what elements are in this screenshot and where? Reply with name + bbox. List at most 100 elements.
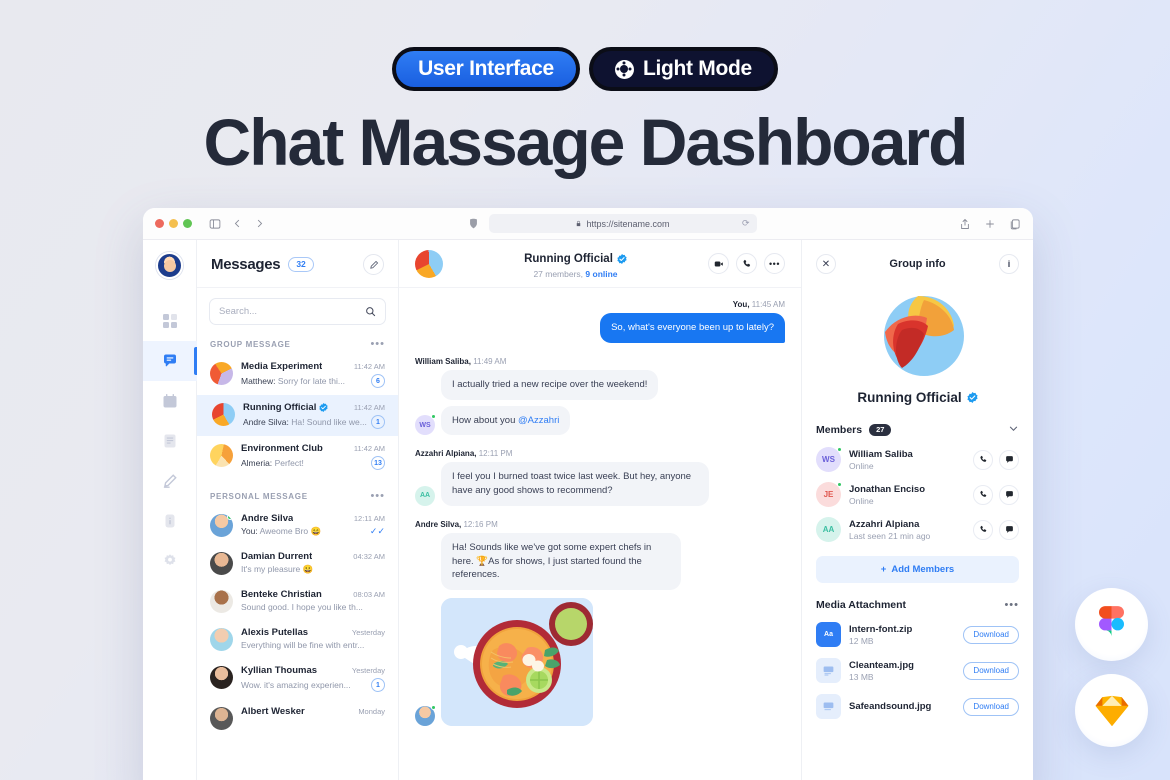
rail-item-info[interactable] (143, 501, 197, 541)
url-text: https://sitename.com (586, 218, 670, 229)
chevron-down-icon[interactable] (1008, 423, 1019, 437)
search-icon (366, 307, 376, 317)
member-status: Online (849, 460, 874, 471)
url-bar[interactable]: https://sitename.com ⟳ (488, 214, 757, 233)
message-author: William Saliba, (415, 356, 471, 366)
traffic-lights[interactable] (155, 219, 192, 228)
document-icon (164, 434, 175, 448)
conversation-item-benteke-christian[interactable]: Benteke Christian 08:03 AM Sound good. I… (197, 582, 398, 620)
message-incoming: WS How about you @Azzahri (415, 405, 785, 436)
avatar-initials: JE (823, 490, 834, 499)
member-row-azzahri-alpiana[interactable]: AA Azzahri Alpiana Last seen 21 min ago (816, 517, 1019, 542)
file-name: Safeandsound.jpg (849, 701, 932, 712)
message-outgoing: You, 11:45 AM So, what's everyone been u… (415, 300, 785, 343)
sketch-icon (1095, 695, 1128, 726)
share-icon[interactable] (959, 218, 971, 230)
file-row-intern-font[interactable]: Aa Intern-font.zip 12 MB Download (816, 622, 1019, 647)
member-row-william-saliba[interactable]: WS William Saliba Online (816, 447, 1019, 472)
rail-item-documents[interactable] (143, 421, 197, 461)
reload-icon[interactable]: ⟳ (742, 218, 750, 229)
message-thread[interactable]: You, 11:45 AM So, what's everyone been u… (399, 288, 801, 780)
message-bubble: I feel you I burned toast twice last wee… (441, 462, 709, 506)
mention-link[interactable]: @Azzahri (518, 415, 559, 426)
member-row-jonathan-enciso[interactable]: JE Jonathan Enciso Online (816, 482, 1019, 507)
conversation-item-kyllian-thoumas[interactable]: Kyllian Thoumas Yesterday Wow. it's amaz… (197, 658, 398, 699)
member-message-button[interactable] (999, 449, 1019, 470)
message-meta: Azzahri Alpiana, 12:11 PM (415, 449, 785, 458)
verified-badge-icon (319, 403, 329, 412)
maximize-window-icon[interactable] (183, 219, 192, 228)
message-incoming: I actually tried a new recipe over the w… (441, 369, 785, 400)
media-more-icon[interactable]: ••• (1004, 599, 1019, 611)
download-button[interactable]: Download (963, 661, 1019, 680)
chat-more-button[interactable]: ••• (764, 253, 785, 274)
rail-item-dashboard[interactable] (143, 301, 197, 341)
shield-icon[interactable] (468, 217, 479, 230)
member-call-button[interactable] (973, 519, 993, 540)
chat-group-avatar[interactable] (415, 249, 443, 278)
tabs-icon[interactable] (1009, 218, 1021, 230)
rail-item-settings[interactable] (143, 541, 197, 581)
info-header: ✕ Group info i (802, 240, 1033, 282)
verified-badge-icon (967, 392, 978, 403)
user-avatar[interactable] (156, 252, 183, 279)
video-call-button[interactable] (708, 253, 729, 274)
search-input[interactable] (219, 306, 365, 317)
chevron-right-icon[interactable] (254, 218, 265, 229)
sidebar-toggle-icon[interactable] (209, 218, 221, 230)
conversation-item-alexis-putellas[interactable]: Alexis Putellas Yesterday Everything wil… (197, 620, 398, 658)
conversation-time: 08:03 AM (353, 590, 385, 599)
member-call-button[interactable] (973, 484, 993, 505)
search-box[interactable] (209, 298, 386, 325)
conversation-item-andre-silva[interactable]: Andre Silva 12:11 AM You: Aweome Bro 😄 ✓… (197, 506, 398, 544)
add-members-button[interactable]: + Add Members (816, 556, 1019, 583)
conversation-item-albert-wesker[interactable]: Albert Wesker Monday (197, 699, 398, 737)
pencil-icon (163, 474, 177, 488)
avatar-initials: AA (419, 492, 431, 500)
info-scroll-area[interactable]: Running Official Members 27 WS William S… (802, 282, 1033, 780)
plus-icon[interactable] (984, 218, 996, 230)
badge-user-interface[interactable]: User Interface (392, 47, 580, 91)
group-section-label: GROUP MESSAGE (210, 340, 291, 349)
personal-section-header: PERSONAL MESSAGE ••• (197, 483, 398, 506)
download-button[interactable]: Download (963, 697, 1019, 716)
file-row-safeandsound[interactable]: Safeandsound.jpg Download (816, 694, 1019, 719)
chat-header: Running Official 27 members, 9 online ••… (399, 240, 801, 288)
calendar-icon (163, 394, 176, 408)
figma-logo[interactable] (1075, 588, 1148, 661)
file-row-cleanteam[interactable]: Cleanteam.jpg 13 MB Download (816, 658, 1019, 683)
member-message-button[interactable] (999, 484, 1019, 505)
rail-item-calendar[interactable] (143, 381, 197, 421)
media-attachment-header: Media Attachment ••• (816, 599, 1019, 611)
rail-item-compose[interactable] (143, 461, 197, 501)
badge-light-mode[interactable]: Light Mode (588, 47, 778, 91)
info-icon[interactable]: i (999, 254, 1019, 274)
members-header: Members 27 (816, 423, 1019, 437)
list-title: Messages (211, 256, 281, 273)
list-scroll-area[interactable]: GROUP MESSAGE ••• Media Experiment 11:42… (197, 331, 398, 780)
conversation-time: Yesterday (351, 666, 385, 675)
sketch-logo[interactable] (1075, 674, 1148, 747)
message-bubble: Ha! Sounds like we've got some expert ch… (441, 532, 681, 591)
close-window-icon[interactable] (155, 219, 164, 228)
conversation-item-running-official[interactable]: Running Official 11:42 AM Andre Silva: H… (197, 395, 398, 436)
personal-section-more-icon[interactable]: ••• (370, 491, 385, 502)
conversation-item-environment-club[interactable]: Environment Club 11:42 AM Almeria: Perfe… (197, 436, 398, 477)
download-button[interactable]: Download (963, 625, 1019, 644)
close-icon[interactable]: ✕ (816, 254, 836, 274)
message-time: 12:16 PM (463, 519, 498, 529)
compose-button[interactable] (363, 254, 384, 275)
member-call-button[interactable] (973, 449, 993, 470)
minimize-window-icon[interactable] (169, 219, 178, 228)
voice-call-button[interactable] (736, 253, 757, 274)
conversation-item-media-experiment[interactable]: Media Experiment 11:42 AM Matthew: Sorry… (197, 354, 398, 395)
unread-badge: 1 (371, 678, 385, 692)
video-camera-icon (714, 261, 723, 266)
conversation-preview: Andre Silva: Ha! Sound like we... (243, 417, 367, 427)
conversation-item-damian-durrent[interactable]: Damian Durrent 04:32 AM It's my pleasure… (197, 544, 398, 582)
chevron-left-icon[interactable] (232, 218, 243, 229)
rail-item-messages[interactable] (143, 341, 197, 381)
group-section-more-icon[interactable]: ••• (370, 339, 385, 350)
food-photo-attachment[interactable] (441, 598, 593, 727)
member-message-button[interactable] (999, 519, 1019, 540)
